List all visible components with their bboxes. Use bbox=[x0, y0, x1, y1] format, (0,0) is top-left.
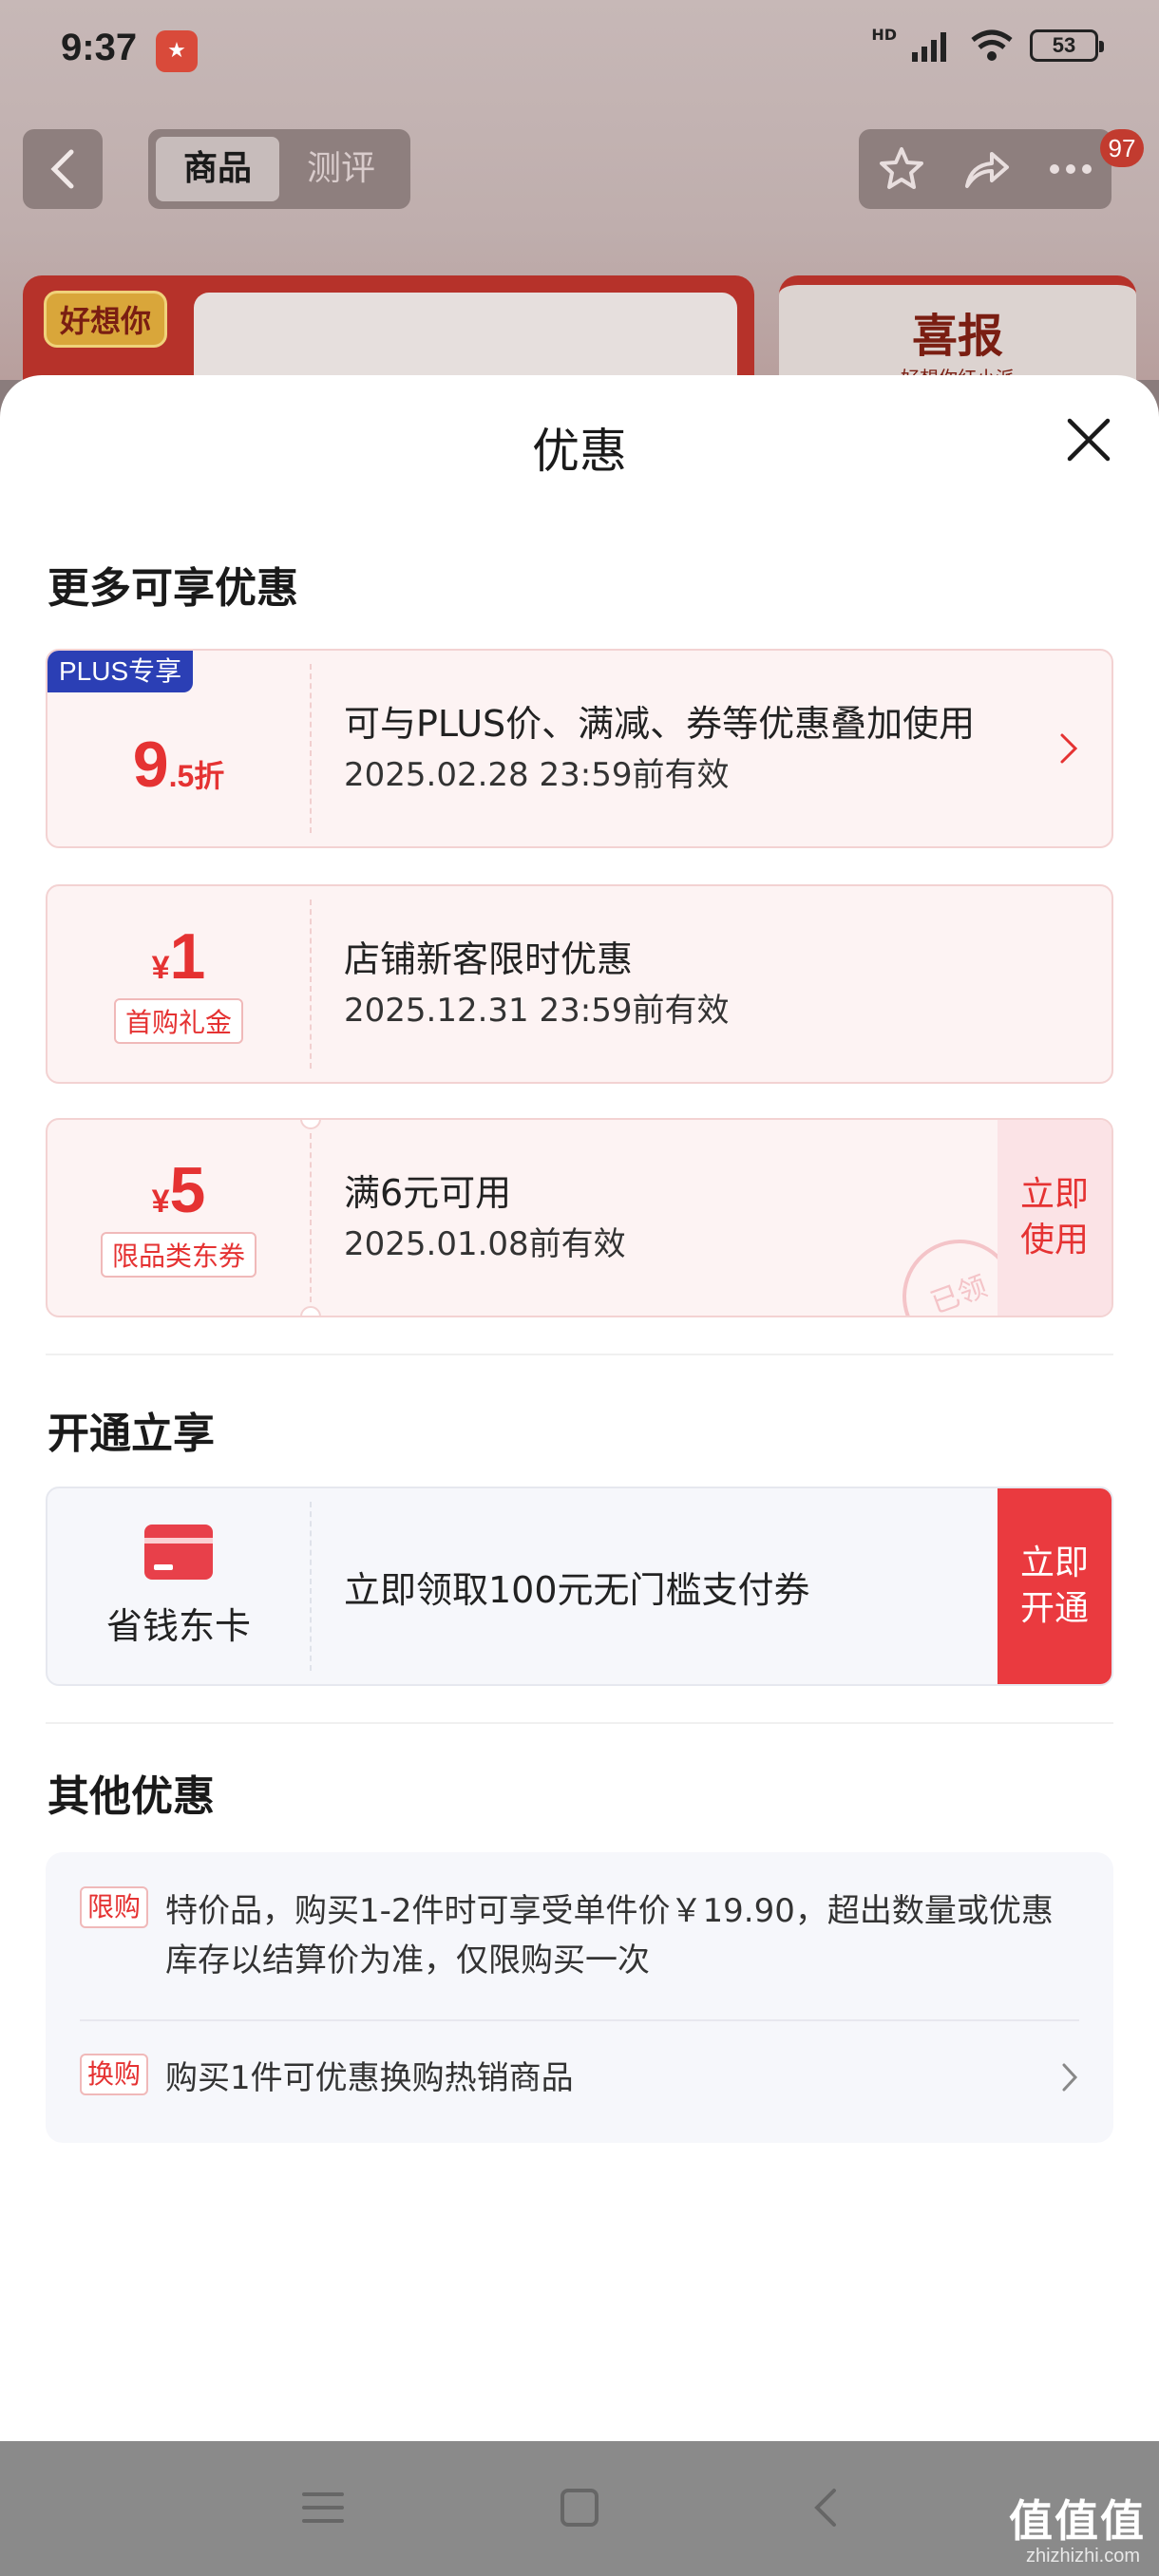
watermark-logo: 值值值 bbox=[1009, 2495, 1146, 2547]
chevron-right-icon[interactable] bbox=[1060, 2061, 1079, 2093]
product-logo: 好想你 bbox=[44, 291, 168, 348]
coupon-divider bbox=[310, 1133, 312, 1302]
watermark-url: zhizhizhi.com bbox=[1025, 2546, 1140, 2567]
chevron-right-icon bbox=[1060, 733, 1078, 764]
tab-product[interactable]: 商品 bbox=[156, 137, 279, 201]
coupon-amount: ¥5 bbox=[152, 1158, 206, 1222]
chevron-left-icon bbox=[50, 149, 74, 189]
open-now-button[interactable]: 立即 开通 bbox=[998, 1488, 1112, 1684]
use-now-button[interactable]: 立即 使用 bbox=[998, 1120, 1112, 1316]
system-nav-bar bbox=[0, 2441, 1159, 2576]
coupon-desc: 可与PLUS价、满减、券等优惠叠加使用 bbox=[344, 703, 976, 745]
open-now-line1: 立即 bbox=[1019, 1544, 1089, 1582]
coupon-value: ¥5 限品类东券 bbox=[48, 1120, 310, 1316]
first-purchase-coupon[interactable]: ¥1 首购礼金 店铺新客限时优惠 2025.12.31 23:59前有效 bbox=[46, 884, 1113, 1084]
home-icon[interactable] bbox=[551, 2479, 608, 2536]
discount-sheet: 优惠 更多可享优惠 PLUS专享 9.5折 可与PLUS价、满减、券等优惠叠加使… bbox=[0, 375, 1159, 2441]
coupon-info: 可与PLUS价、满减、券等优惠叠加使用 2025.02.28 23:59前有效 bbox=[344, 651, 1026, 846]
offers-divider bbox=[80, 2019, 1079, 2021]
product-page-background: 9:37 ★ HD 53 商品 测评 97 好想你 喜报 bbox=[0, 0, 1159, 408]
coupon-value: 9.5折 bbox=[48, 651, 310, 846]
section-divider bbox=[46, 1354, 1113, 1355]
amount-value: 5 bbox=[169, 1154, 206, 1226]
sheet-title: 优惠 bbox=[532, 424, 627, 479]
wifi-icon bbox=[971, 29, 1013, 61]
coupon-info: 店铺新客限时优惠 2025.12.31 23:59前有效 bbox=[344, 886, 1026, 1082]
coupon-type-tag: 首购礼金 bbox=[113, 998, 243, 1044]
more-icon[interactable] bbox=[1049, 163, 1092, 175]
battery-icon: 53 bbox=[1030, 29, 1104, 62]
exchange-offer-text: 购买1件可优惠换购热销商品 bbox=[165, 2059, 574, 2097]
open-now-label: 立即 开通 bbox=[1020, 1541, 1089, 1632]
card-name: 省钱东卡 bbox=[105, 1604, 251, 1647]
tab-review[interactable]: 测评 bbox=[279, 137, 403, 201]
coupon-amount: ¥1 bbox=[152, 924, 206, 989]
coupon-divider bbox=[310, 664, 312, 833]
coupon-type-tag: 限品类东券 bbox=[100, 1232, 256, 1278]
section-other-discounts: 其他优惠 bbox=[48, 1772, 215, 1821]
credit-card-icon bbox=[144, 1524, 213, 1580]
menu-icon[interactable] bbox=[294, 2479, 352, 2536]
yen-symbol: ¥ bbox=[151, 950, 170, 986]
limit-offer-row: 限购 特价品，购买1-2件时可享受单件价￥19.90，超出数量或优惠库存以结算价… bbox=[80, 1886, 1079, 1985]
hd-indicator: HD bbox=[871, 25, 897, 44]
promo-title: 喜报 bbox=[911, 310, 1003, 363]
yen-symbol: ¥ bbox=[151, 1184, 170, 1220]
use-now-line2: 使用 bbox=[1019, 1221, 1089, 1260]
status-time: 9:37 bbox=[61, 27, 138, 68]
star-icon[interactable] bbox=[878, 146, 925, 192]
plus-discount-coupon[interactable]: PLUS专享 9.5折 可与PLUS价、满减、券等优惠叠加使用 2025.02.… bbox=[46, 649, 1113, 848]
status-bar: 9:37 ★ HD 53 bbox=[0, 0, 1159, 104]
open-now-line2: 开通 bbox=[1019, 1589, 1089, 1628]
notification-badge: 97 bbox=[1100, 129, 1144, 167]
coupon-divider bbox=[310, 900, 312, 1069]
section-more-discounts: 更多可享优惠 bbox=[48, 564, 298, 613]
limit-tag: 限购 bbox=[80, 1886, 149, 1928]
discount-small: .5折 bbox=[168, 759, 225, 793]
amount-value: 1 bbox=[169, 920, 206, 993]
coupon-desc: 店铺新客限时优惠 bbox=[344, 938, 634, 980]
use-now-line1: 立即 bbox=[1019, 1175, 1089, 1214]
card-info: 省钱东卡 bbox=[48, 1488, 310, 1684]
exchange-tag: 换购 bbox=[80, 2054, 149, 2095]
close-icon[interactable] bbox=[1060, 411, 1117, 468]
use-now-label: 立即 使用 bbox=[1020, 1172, 1089, 1263]
exchange-offer-row[interactable]: 换购 购买1件可优惠换购热销商品 bbox=[80, 2054, 1079, 2103]
category-coupon[interactable]: ¥5 限品类东券 满6元可用 2025.01.08前有效 已领 立即 使用 bbox=[46, 1118, 1113, 1317]
coupon-value: ¥1 首购礼金 bbox=[48, 886, 310, 1082]
share-icon[interactable] bbox=[963, 148, 1011, 190]
nav-actions bbox=[859, 129, 1112, 209]
section-divider bbox=[46, 1722, 1113, 1724]
section-open-benefits: 开通立享 bbox=[48, 1410, 215, 1458]
status-indicators: HD 53 bbox=[871, 25, 1104, 63]
coupon-desc: 满6元可用 bbox=[344, 1172, 512, 1214]
discount-value: 9.5折 bbox=[133, 728, 225, 802]
back-nav-icon[interactable] bbox=[798, 2479, 855, 2536]
coupon-expiry: 2025.02.28 23:59前有效 bbox=[344, 756, 730, 794]
tab-switcher: 商品 测评 bbox=[148, 129, 410, 209]
card-offer-desc: 立即领取100元无门槛支付券 bbox=[344, 1568, 810, 1611]
savings-card-offer[interactable]: 省钱东卡 立即领取100元无门槛支付券 立即 开通 bbox=[46, 1487, 1113, 1686]
discount-big: 9 bbox=[132, 729, 169, 801]
signal-icon bbox=[912, 32, 946, 62]
back-button[interactable] bbox=[23, 129, 103, 209]
app-notification-icon: ★ bbox=[156, 30, 198, 72]
limit-offer-text: 特价品，购买1-2件时可享受单件价￥19.90，超出数量或优惠库存以结算价为准，… bbox=[165, 1892, 1054, 1979]
coupon-divider bbox=[310, 1502, 312, 1671]
coupon-notch bbox=[300, 1306, 321, 1316]
other-offers-box: 限购 特价品，购买1-2件时可享受单件价￥19.90，超出数量或优惠库存以结算价… bbox=[46, 1852, 1113, 2143]
coupon-expiry: 2025.12.31 23:59前有效 bbox=[344, 992, 730, 1030]
